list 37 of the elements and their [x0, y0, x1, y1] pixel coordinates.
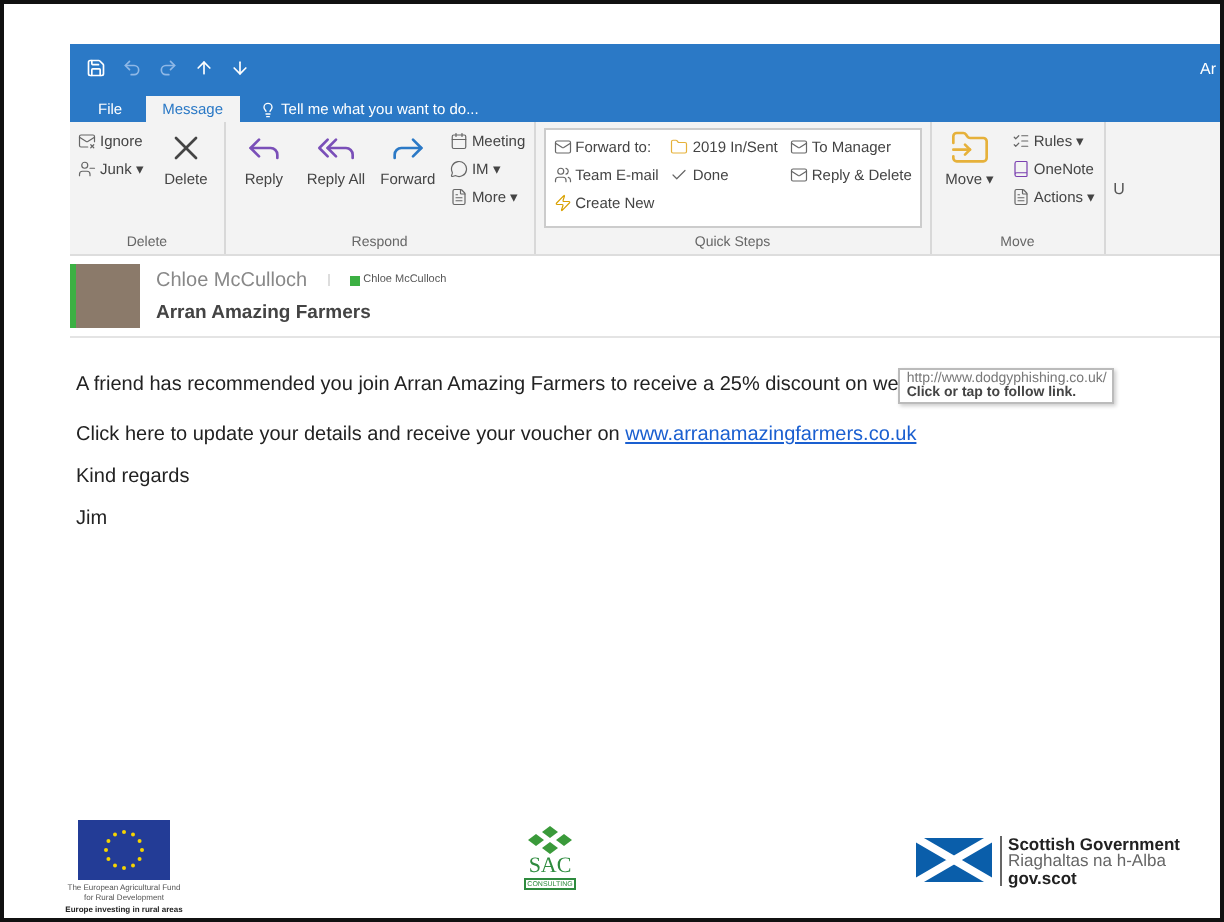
- diamond-logo-icon: [526, 826, 575, 854]
- save-icon[interactable]: [86, 58, 106, 78]
- logo-text: Scottish Government: [1008, 835, 1180, 852]
- lightning-icon: [553, 193, 572, 211]
- envelope-icon: [789, 165, 808, 183]
- lightbulb-icon: [259, 101, 276, 117]
- logo-text: gov.scot: [1008, 869, 1077, 886]
- logo-text: SAC: [528, 854, 572, 878]
- down-arrow-icon[interactable]: [230, 58, 250, 78]
- message-subject: Arran Amazing Farmers: [156, 301, 373, 323]
- folder-icon: [949, 128, 990, 168]
- book-icon: [1011, 159, 1030, 177]
- logo-text: Riaghaltas na h-Alba: [1008, 852, 1166, 869]
- up-arrow-icon[interactable]: [194, 58, 214, 78]
- body-text: Click here to update your details and receive your voucher on www.arranamazingfarmers.co.uk: [76, 424, 917, 446]
- check-icon: [670, 165, 689, 183]
- body-text: Kind regards: [76, 466, 190, 488]
- calendar-icon: [449, 131, 468, 149]
- envelope-icon: [789, 137, 808, 155]
- link[interactable]: www.arranamazingfarmers.co.uk: [625, 424, 917, 446]
- photo-placeholder: [70, 264, 140, 328]
- document-icon: [449, 187, 468, 205]
- window-title: Ar: [1200, 59, 1218, 77]
- body-text: Jim: [76, 508, 108, 530]
- folder-icon: [670, 137, 689, 155]
- list-icon: [1011, 131, 1030, 149]
- document-icon: [1011, 187, 1030, 205]
- person-icon: [78, 159, 96, 177]
- body-text: A friend has recommended you join Arran Amazing Farmers to receive a 25% discount on we: [76, 374, 899, 396]
- envelope-icon: [553, 137, 572, 155]
- envelope-icon: [78, 131, 96, 149]
- ribbon-button[interactable]: U: [1105, 179, 1125, 197]
- people-icon: [553, 165, 572, 183]
- chat-icon: [449, 159, 468, 177]
- sender-name: Chloe McCulloch: [156, 269, 308, 291]
- saltire-flag-icon: [916, 838, 993, 883]
- eu-flag-icon: [78, 820, 170, 880]
